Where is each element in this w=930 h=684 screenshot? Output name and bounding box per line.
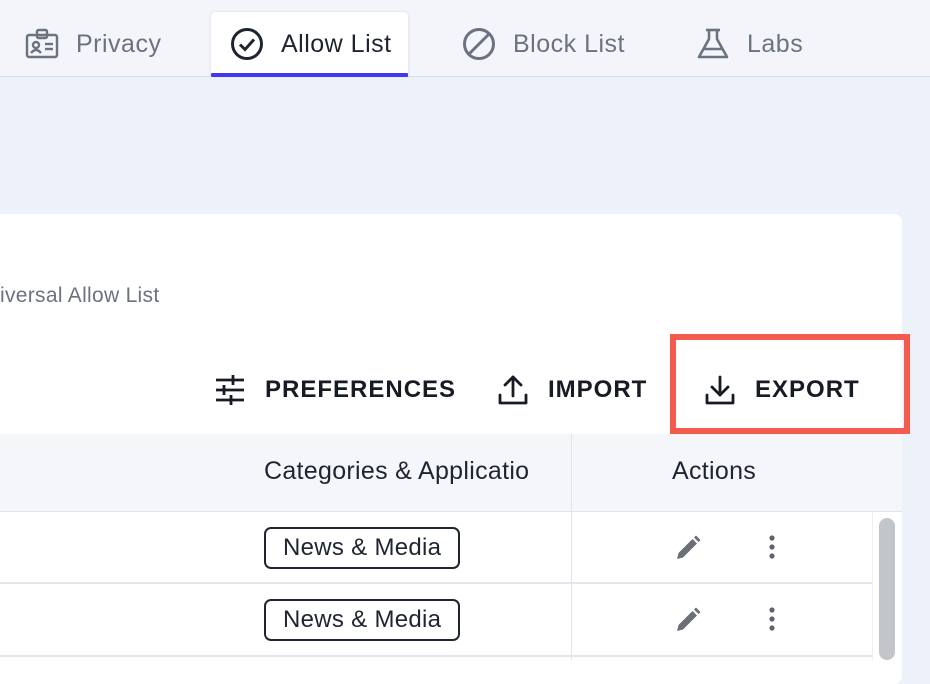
tab-privacy[interactable]: Privacy	[24, 12, 161, 76]
tab-label: Block List	[513, 29, 625, 58]
row-divider	[0, 582, 872, 584]
tab-bar: Privacy Allow List Block List Labs	[0, 0, 930, 77]
upload-icon	[498, 375, 528, 405]
category-chip: News & Media	[264, 527, 461, 569]
tab-label: Privacy	[76, 29, 162, 58]
card-subtitle: iversal Allow List	[0, 284, 160, 307]
block-icon	[463, 28, 495, 60]
tab-block-list[interactable]: Block List	[461, 12, 625, 76]
column-header-categories: Categories & Applicatio	[264, 457, 530, 485]
row-divider	[0, 655, 872, 657]
id-badge-icon	[25, 28, 59, 59]
column-divider	[571, 434, 572, 660]
import-button[interactable]: IMPORT	[496, 368, 647, 412]
more-vertical-icon[interactable]	[756, 532, 788, 564]
preferences-label: PREFERENCES	[265, 376, 457, 403]
scrollbar-thumb[interactable]	[879, 518, 895, 660]
pencil-icon[interactable]	[672, 604, 704, 636]
tab-label: Labs	[747, 29, 804, 58]
import-label: IMPORT	[548, 376, 648, 403]
flask-icon	[697, 28, 729, 59]
column-header-actions: Actions	[672, 457, 757, 485]
category-chip: News & Media	[264, 599, 461, 641]
tab-allow-list[interactable]: Allow List	[211, 12, 408, 77]
sliders-icon	[216, 375, 244, 405]
export-highlight-box	[670, 334, 910, 434]
tab-label: Allow List	[281, 29, 392, 58]
more-vertical-icon[interactable]	[756, 604, 788, 636]
check-circle-icon	[231, 28, 263, 60]
tab-labs[interactable]: Labs	[695, 12, 803, 76]
pencil-icon[interactable]	[672, 532, 704, 564]
preferences-button[interactable]: PREFERENCES	[213, 368, 456, 412]
